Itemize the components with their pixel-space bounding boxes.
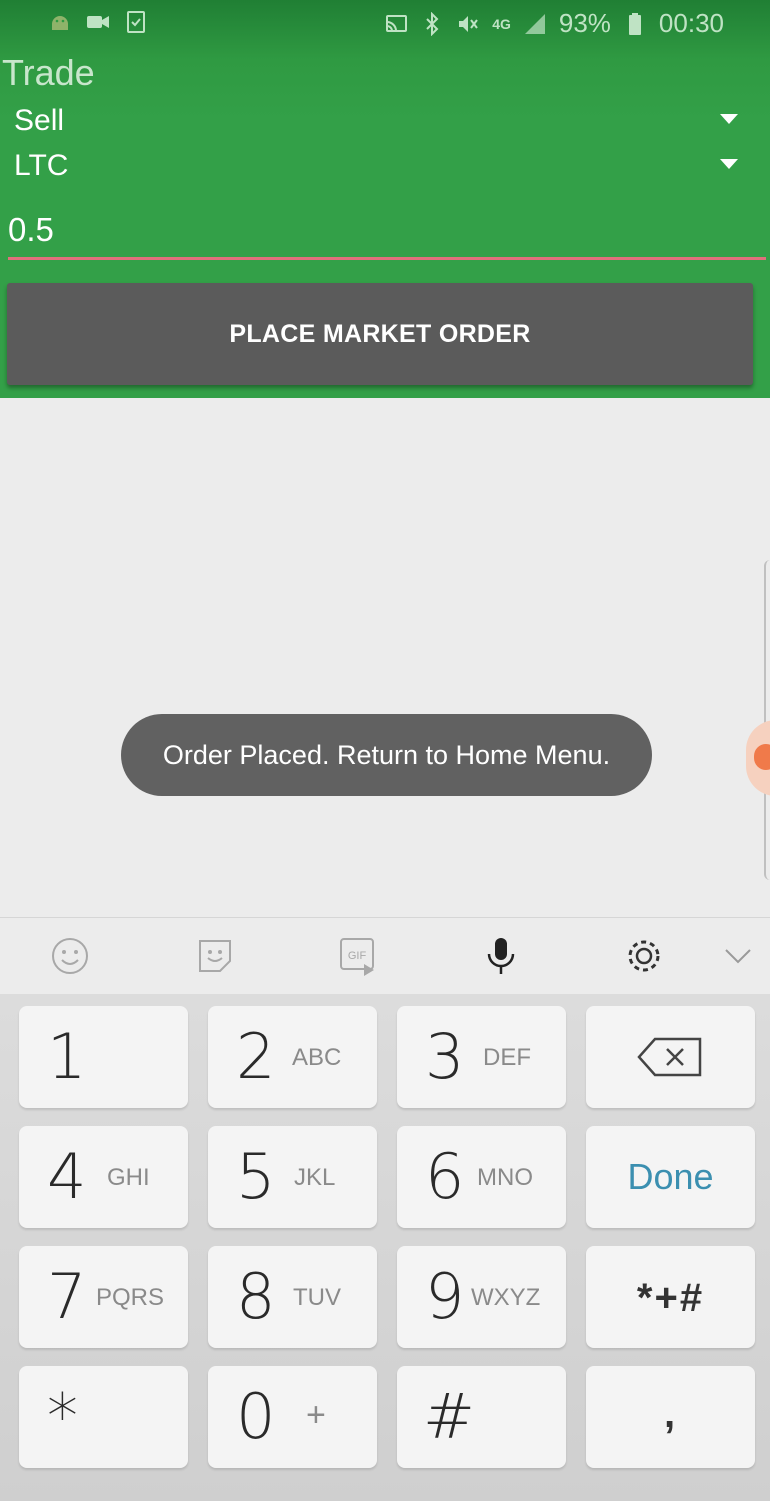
- key-4[interactable]: 4 GHI: [19, 1126, 188, 1228]
- amount-input[interactable]: 0.5: [8, 205, 766, 260]
- side-dropdown-value: Sell: [14, 104, 65, 137]
- done-key[interactable]: Done: [586, 1126, 755, 1228]
- key-letters: JKL: [294, 1164, 336, 1191]
- place-market-order-button[interactable]: PLACE MARKET ORDER: [7, 283, 753, 385]
- comma-key[interactable]: ,: [586, 1366, 755, 1468]
- key-hash[interactable]: #: [397, 1366, 566, 1468]
- checklist-icon: [127, 11, 145, 33]
- key-2[interactable]: 2 ABC: [208, 1006, 377, 1108]
- key-letters: ABC: [292, 1044, 342, 1071]
- battery-percent: 93%: [558, 8, 611, 38]
- microphone-icon[interactable]: [481, 936, 521, 976]
- key-letters: DEF: [483, 1044, 531, 1071]
- key-digit: 3: [425, 1020, 465, 1093]
- key-letters: GHI: [107, 1164, 150, 1191]
- key-letters: WXYZ: [471, 1284, 541, 1311]
- gif-icon[interactable]: GIF: [338, 936, 378, 976]
- key-digit: 9: [425, 1260, 465, 1333]
- settings-icon[interactable]: [624, 936, 664, 976]
- cast-icon: [386, 14, 408, 32]
- key-letters: MNO: [477, 1164, 533, 1191]
- key-0[interactable]: 0 +: [208, 1366, 377, 1468]
- key-digit: 4: [47, 1140, 87, 1213]
- page-title: Trade: [2, 52, 95, 93]
- symbols-label: *+#: [636, 1276, 705, 1320]
- key-digit: 6: [425, 1140, 465, 1213]
- key-digit: #: [423, 1380, 475, 1453]
- floating-bubble-icon: [754, 744, 770, 770]
- mute-icon: [459, 15, 478, 32]
- key-digit: 2: [236, 1020, 276, 1093]
- key-digit: 1: [47, 1020, 87, 1093]
- backspace-key[interactable]: [586, 1006, 755, 1108]
- dropdown-arrow-icon: [720, 159, 738, 169]
- network-type: 4G: [492, 15, 511, 32]
- key-8[interactable]: 8 TUV: [208, 1246, 377, 1348]
- done-label: Done: [627, 1156, 714, 1197]
- key-digit: 0: [236, 1380, 276, 1453]
- chevron-down-icon[interactable]: [718, 936, 758, 976]
- keyboard-toolbar: GIF: [0, 917, 770, 995]
- sticker-icon[interactable]: [195, 936, 235, 976]
- toast-message: Order Placed. Return to Home Menu.: [121, 714, 652, 796]
- clock: 00:30: [658, 8, 724, 38]
- numeric-keyboard: 1 2 ABC 3 DEF 4 GHI 5 JKL 6 MNO Done 7 P…: [0, 994, 770, 1501]
- key-digit: 5: [236, 1140, 276, 1213]
- trade-header: 4G 93% 00:30 Trade Sell LTC 0.5 PLACE MA…: [0, 0, 770, 398]
- side-dropdown[interactable]: Sell: [0, 98, 770, 144]
- battery-icon: [628, 12, 641, 35]
- backspace-icon: [637, 1037, 702, 1077]
- key-digit: 8: [236, 1260, 276, 1333]
- android-icon: [52, 16, 68, 30]
- symbols-key[interactable]: *+#: [586, 1246, 755, 1348]
- currency-dropdown-value: LTC: [14, 149, 69, 182]
- key-asterisk[interactable]: *: [19, 1366, 188, 1468]
- comma-label: ,: [663, 1392, 678, 1436]
- key-6[interactable]: 6 MNO: [397, 1126, 566, 1228]
- key-1[interactable]: 1: [19, 1006, 188, 1108]
- status-left: [48, 10, 148, 34]
- key-5[interactable]: 5 JKL: [208, 1126, 377, 1228]
- key-digit: 7: [47, 1260, 87, 1333]
- status-right: 4G 93% 00:30: [384, 8, 724, 39]
- video-camera-icon: [87, 16, 109, 28]
- bluetooth-icon: [426, 11, 439, 36]
- key-3[interactable]: 3 DEF: [397, 1006, 566, 1108]
- key-7[interactable]: 7 PQRS: [19, 1246, 188, 1348]
- key-letters: +: [306, 1396, 326, 1434]
- emoji-icon[interactable]: [50, 936, 90, 976]
- key-9[interactable]: 9 WXYZ: [397, 1246, 566, 1348]
- currency-dropdown[interactable]: LTC: [0, 143, 770, 189]
- signal-icon: [524, 13, 545, 34]
- dropdown-arrow-icon: [720, 114, 738, 124]
- key-letters: PQRS: [96, 1284, 165, 1311]
- amount-value: 0.5: [8, 211, 54, 248]
- status-bar: 4G 93% 00:30: [0, 0, 770, 46]
- gif-label: GIF: [348, 950, 367, 962]
- key-letters: TUV: [293, 1284, 341, 1311]
- key-digit: *: [47, 1380, 78, 1453]
